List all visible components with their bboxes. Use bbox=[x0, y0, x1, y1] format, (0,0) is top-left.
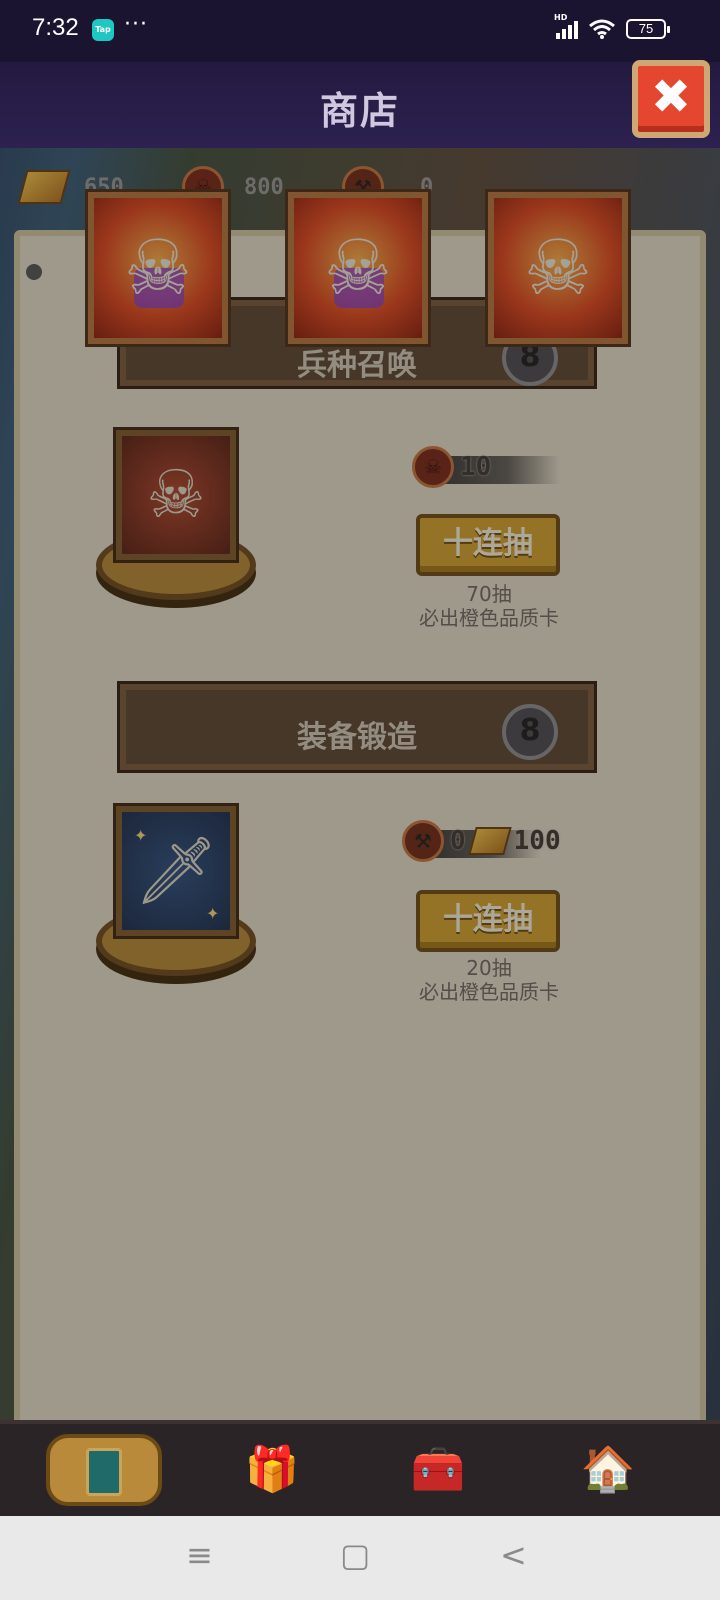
unit-preview-frame: ☠ bbox=[116, 430, 236, 560]
chest-icon: 🧰 bbox=[410, 1444, 466, 1495]
skeleton-warrior-icon: ☠ bbox=[323, 223, 393, 312]
skeleton-warrior-icon: ☠ bbox=[523, 223, 593, 312]
info-badge[interactable]: 8 bbox=[502, 704, 558, 760]
bottom-tab-bar: 🎁 🧰 🏠 bbox=[0, 1420, 720, 1516]
banner-equipment-forge: 装备锻造 8 bbox=[120, 684, 594, 770]
house-icon: 🏠 bbox=[580, 1444, 636, 1495]
hd-label: HD bbox=[554, 13, 568, 22]
gift-icon: 🎁 bbox=[244, 1444, 300, 1495]
anvil-cost-amount: 0 bbox=[450, 826, 466, 856]
tab-building[interactable]: 🏠 bbox=[550, 1434, 666, 1506]
forge-cost: ⚒ 0 100 bbox=[402, 820, 561, 862]
skeleton-icon: ☠ bbox=[146, 456, 206, 533]
wifi-icon bbox=[589, 19, 615, 39]
pity-desc: 必出橙色品质卡 bbox=[419, 980, 559, 1004]
pull-note: 70抽 必出橙色品质卡 bbox=[394, 582, 584, 630]
anvil-coin-icon: ⚒ bbox=[402, 820, 444, 862]
reward-card[interactable]: ☠ bbox=[488, 192, 628, 344]
page-title: 商店 bbox=[319, 89, 400, 133]
clock: 7:32 bbox=[32, 14, 79, 41]
close-button[interactable]: ✖ bbox=[632, 60, 710, 138]
reward-card[interactable]: ☠ bbox=[288, 192, 428, 344]
skull-coin-icon: ☠ bbox=[412, 446, 454, 488]
tab-summon[interactable] bbox=[46, 1434, 162, 1506]
close-icon: ✖ bbox=[650, 69, 692, 125]
reward-card[interactable]: ☠ bbox=[88, 192, 228, 344]
shop-screen: 7:32 Tap ··· HD 75 商店 650 ☠ 800 ⚒ 0 兵种召唤… bbox=[0, 0, 720, 1600]
shop-header: 商店 bbox=[0, 62, 720, 148]
taptap-icon: Tap bbox=[92, 19, 114, 41]
home-icon[interactable]: ▢ bbox=[340, 1536, 370, 1574]
cost-amount: 10 bbox=[460, 452, 492, 482]
summon-cost: ☠ 10 bbox=[412, 446, 491, 488]
tab-treasure[interactable]: 🧰 bbox=[380, 1434, 496, 1506]
menu-icon[interactable]: ≡ bbox=[186, 1536, 213, 1574]
sparkle-icon: ✦ bbox=[206, 904, 220, 923]
card-icon bbox=[86, 1448, 122, 1496]
ten-pull-button[interactable]: 十连抽 bbox=[416, 514, 560, 576]
status-indicators: HD 75 bbox=[554, 13, 670, 40]
back-icon[interactable]: < bbox=[500, 1536, 527, 1574]
gold-cost-amount: 100 bbox=[513, 826, 561, 856]
pity-count: 70抽 bbox=[466, 582, 512, 606]
pull-note: 20抽 必出橙色品质卡 bbox=[394, 956, 584, 1004]
system-nav-bar: ≡ ▢ < bbox=[0, 1516, 720, 1600]
equipment-preview-frame: 🗡 ✦ ✦ bbox=[116, 806, 236, 936]
signal-icon: HD bbox=[554, 13, 578, 39]
ten-pull-button[interactable]: 十连抽 bbox=[416, 890, 560, 952]
status-bar: 7:32 Tap ··· HD 75 bbox=[0, 0, 720, 62]
pity-desc: 必出橙色品质卡 bbox=[419, 606, 559, 630]
pity-count: 20抽 bbox=[466, 956, 512, 980]
pin-icon bbox=[26, 264, 42, 280]
sparkle-icon: ✦ bbox=[134, 826, 148, 845]
gold-bar-icon bbox=[17, 170, 71, 204]
skeleton-warrior-icon: ☠ bbox=[123, 223, 193, 312]
gold-bar-icon bbox=[467, 827, 512, 855]
battery-icon: 75 bbox=[626, 19, 670, 39]
skull-amount: 800 bbox=[244, 174, 284, 200]
more-notifications-icon: ··· bbox=[124, 12, 148, 37]
tab-gift[interactable]: 🎁 bbox=[214, 1434, 330, 1506]
